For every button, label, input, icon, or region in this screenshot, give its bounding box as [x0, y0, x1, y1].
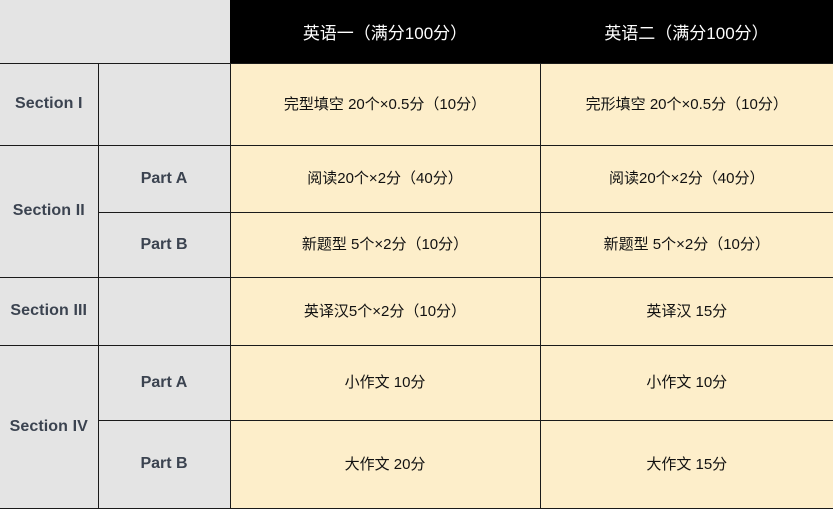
column-header-english-two: 英语二（满分100分） — [540, 0, 833, 63]
table-header-row: 英语一（满分100分） 英语二（满分100分） — [0, 0, 833, 63]
part-label-1 — [97, 62, 231, 146]
cell-english-one-4b: 大作文 20分 — [229, 419, 541, 509]
section-label-4: Section IV — [0, 344, 99, 509]
table-row: Section III 英译汉5个×2分（10分） 英译汉 15分 — [0, 276, 833, 346]
section-label-2: Section II — [0, 144, 99, 278]
section-label-3: Section III — [0, 276, 99, 346]
cell-english-two-2a: 阅读20个×2分（40分） — [539, 144, 833, 213]
cell-english-two-2b: 新题型 5个×2分（10分） — [539, 211, 833, 278]
cell-english-one-4a: 小作文 10分 — [229, 344, 541, 421]
part-label-2a: Part A — [97, 144, 231, 213]
part-label-4a: Part A — [97, 344, 231, 421]
part-label-3 — [97, 276, 231, 346]
cell-english-two-3: 英译汉 15分 — [539, 276, 833, 346]
cell-english-two-1: 完形填空 20个×0.5分（10分） — [539, 62, 833, 146]
cell-english-one-3: 英译汉5个×2分（10分） — [229, 276, 541, 346]
table-row: Section I 完型填空 20个×0.5分（10分） 完形填空 20个×0.… — [0, 62, 833, 146]
column-header-english-one: 英语一（满分100分） — [230, 0, 540, 63]
cell-english-one-1: 完型填空 20个×0.5分（10分） — [229, 62, 541, 146]
table-row: Part B 大作文 20分 大作文 15分 — [0, 419, 833, 509]
header-corner-cell — [0, 0, 230, 63]
section-label-1: Section I — [0, 62, 99, 146]
table-row: Section IV Part A 小作文 10分 小作文 10分 — [0, 344, 833, 509]
cell-english-one-2b: 新题型 5个×2分（10分） — [229, 211, 541, 278]
exam-structure-table: 英语一（满分100分） 英语二（满分100分） Section I 完型填空 2… — [0, 0, 833, 509]
cell-english-one-2a: 阅读20个×2分（40分） — [229, 144, 541, 213]
cell-english-two-4a: 小作文 10分 — [539, 344, 833, 421]
table-row: Part B 新题型 5个×2分（10分） 新题型 5个×2分（10分） — [0, 211, 833, 278]
cell-english-two-4b: 大作文 15分 — [539, 419, 833, 509]
part-label-2b: Part B — [98, 211, 231, 278]
part-label-4b: Part B — [98, 419, 231, 509]
table-row: Section II Part A 阅读20个×2分（40分） 阅读20个×2分… — [0, 144, 833, 278]
